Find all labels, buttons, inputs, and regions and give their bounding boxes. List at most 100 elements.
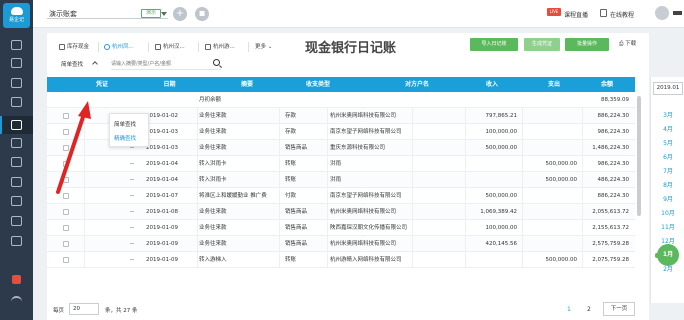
batch-ops-button[interactable]: 批量操作	[565, 38, 609, 51]
table-row[interactable]: -- 2019-01-09 业务往来款 销售商品 陕西嘉琛汉朝文化传播有限公司 100,0…	[47, 220, 635, 236]
month-item[interactable]: 9月	[651, 194, 684, 203]
tab-bank-3[interactable]: 杭州游...	[205, 41, 235, 53]
cell-balance: 2,075,759.28	[592, 257, 629, 263]
search-mode-toggle[interactable]: 简单查找	[61, 60, 83, 68]
row-checkbox[interactable]	[63, 177, 69, 183]
per-page-label: 每页	[53, 308, 65, 314]
page-1[interactable]: 1	[567, 306, 571, 313]
cell-summary: 业务往来款	[199, 225, 227, 231]
table-scrollbar[interactable]	[636, 92, 642, 292]
row-checkbox[interactable]	[63, 145, 69, 151]
user-name[interactable]	[673, 11, 682, 15]
col-party: 对方户名	[404, 81, 429, 88]
cell-divider	[84, 108, 85, 124]
month-current[interactable]: 1月	[657, 244, 679, 266]
search-input[interactable]	[111, 58, 221, 70]
scroll-thumb[interactable]	[637, 96, 641, 216]
cell-income	[465, 252, 517, 268]
search-icon[interactable]	[213, 59, 220, 66]
col-type: 收支类型	[305, 81, 330, 88]
cell-divider	[197, 204, 198, 220]
add-account-icon[interactable]: +	[173, 7, 187, 21]
month-item[interactable]: 7月	[651, 166, 684, 175]
nav-assets-icon[interactable]	[11, 157, 22, 167]
tab-bank-2[interactable]: 杭州汉...	[155, 41, 185, 53]
row-checkbox[interactable]	[63, 113, 69, 119]
row-checkbox[interactable]	[63, 209, 69, 215]
cell-summary: 转入洪雨卡	[199, 177, 227, 183]
online-help-link[interactable]: 在线教程	[610, 10, 634, 19]
table-row[interactable]: -- 2019-01-09 业务往来款 销售商品 杭州米奥网络科技有限公司 420,145…	[47, 236, 635, 252]
nav-cash-bank-icon[interactable]	[11, 120, 22, 130]
tab-divider	[98, 42, 99, 52]
app-logo[interactable]: 易企记	[3, 3, 30, 28]
month-item[interactable]: 6月	[651, 152, 684, 161]
row-checkbox[interactable]	[63, 241, 69, 247]
month-item[interactable]: 11月	[651, 222, 684, 231]
page-size-input[interactable]: 20	[69, 303, 99, 315]
tab-more[interactable]: 更多 ⌄	[255, 41, 272, 53]
tab-bank-1[interactable]: 杭州凤...	[104, 41, 134, 53]
nav-settings-icon[interactable]	[11, 236, 22, 246]
generate-voucher-button[interactable]: 生成凭证	[524, 38, 560, 51]
live-course-link[interactable]: 课程直播	[564, 10, 588, 19]
nav-invoice-icon[interactable]	[11, 97, 22, 107]
nav-payroll-icon[interactable]	[11, 177, 22, 187]
demo-badge: 演示	[141, 9, 162, 18]
cell-divider	[522, 204, 523, 220]
nav-voucher-icon[interactable]	[11, 40, 22, 50]
row-checkbox[interactable]	[63, 161, 69, 167]
row-checkbox[interactable]	[63, 193, 69, 199]
table-row[interactable]: -- 2019-01-07 将淮区上和媛媛勤业 推广费 付款 南京东望子网络科技有限公司…	[47, 188, 635, 204]
table-header: 凭证 日期 摘要 收支类型 对方户名 收入 支出 余额	[47, 77, 635, 92]
table-row[interactable]: -- 2019-01-04 转入洪雨卡 转账 洪雨 500,000.00 986,224.3…	[47, 156, 635, 172]
next-page-button[interactable]: 下一页	[603, 302, 635, 316]
cell-balance: 486,224.30	[597, 177, 630, 183]
nav-ledger-icon[interactable]	[11, 58, 22, 68]
month-item[interactable]: 8月	[651, 180, 684, 189]
cell-party: 杭州米奥网络科技有限公司	[330, 113, 397, 119]
nav-alert-icon[interactable]	[12, 275, 21, 284]
cell-summary: 转入洪雨卡	[199, 161, 227, 167]
cell-summary: 业务往来款	[199, 113, 227, 119]
cell-divider	[197, 124, 198, 140]
import-journal-button[interactable]: 导入日记账	[470, 38, 518, 51]
page-title: 现金银行日记账	[305, 41, 397, 56]
tab-divider	[248, 42, 249, 52]
year-selector[interactable]: 2019.01	[653, 82, 683, 95]
nav-collapse-icon[interactable]	[11, 296, 22, 303]
cell-balance: 2,055,613.72	[592, 209, 629, 215]
month-item[interactable]: 4月	[651, 124, 684, 133]
nav-contacts-icon[interactable]	[11, 216, 22, 226]
cell-balance: 986,224.30	[597, 161, 630, 167]
chevron-down-icon[interactable]	[161, 12, 167, 16]
table-row[interactable]: -- 2019-01-04 转入洪雨卡 转账 洪雨 500,000.00 486,224.3…	[47, 172, 635, 188]
nav-tax-icon[interactable]	[11, 138, 22, 148]
row-checkbox[interactable]	[63, 225, 69, 231]
menu-item-simple-search[interactable]: 简单查找	[114, 120, 136, 128]
page-2[interactable]: 2	[587, 306, 591, 313]
nav-report-icon[interactable]	[11, 78, 22, 88]
cell-divider	[84, 236, 85, 252]
grid-menu-icon[interactable]: ▪	[195, 7, 209, 21]
month-item[interactable]: 3月	[651, 110, 684, 119]
cell-balance: 886,224.30	[597, 113, 630, 119]
cell-income: 500,000.00	[485, 145, 518, 151]
nav-inventory-icon[interactable]	[11, 196, 22, 206]
bank-icon	[155, 43, 161, 50]
tab-cash[interactable]: 库存现金	[59, 41, 89, 53]
month-item[interactable]: 10月	[651, 208, 684, 217]
table-row[interactable]: -- 2019-01-08 业务往来款 销售商品 杭州米奥网络科技有限公司 1,069,3…	[47, 204, 635, 220]
download-button[interactable]: ⎙ 下载	[619, 38, 636, 51]
cell-summary: 将淮区上和媛媛勤业 推广费	[199, 193, 267, 199]
avatar[interactable]	[655, 6, 669, 20]
month-item[interactable]: 5月	[651, 138, 684, 147]
account-tabs: 库存现金 杭州凤... 杭州汉... 杭州游... 更多 ⌄ 现金银行日记账 导…	[47, 33, 649, 58]
table-row[interactable]: -- 2019-01-09 转入游梯入 转账 杭州游睛入网络科技有限公司 500,000.…	[47, 252, 635, 268]
cell-date: 2019-01-04	[146, 177, 178, 183]
month-item[interactable]: 2月	[651, 264, 684, 273]
menu-item-exact-search[interactable]: 精确查找	[114, 134, 136, 142]
chevron-up-icon[interactable]	[92, 61, 98, 67]
row-checkbox[interactable]	[63, 129, 69, 135]
row-checkbox[interactable]	[63, 257, 69, 263]
